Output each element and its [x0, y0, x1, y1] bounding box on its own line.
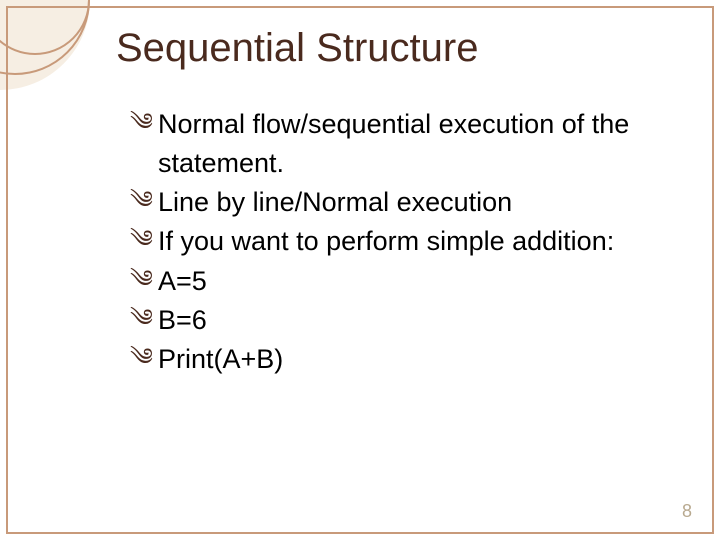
bullet-text: Print(A+B) [158, 340, 682, 379]
bullet-icon: ༄ [130, 301, 158, 338]
bullet-icon: ༄ [130, 340, 158, 377]
bullet-text: A=5 [158, 262, 682, 301]
bullet-icon: ༄ [130, 222, 158, 259]
slide-content: Sequential Structure ༄ Normal flow/seque… [8, 8, 712, 532]
list-item: ༄ Normal flow/sequential execution of th… [130, 105, 682, 183]
slide-title: Sequential Structure [116, 26, 682, 71]
list-item: ༄ A=5 [130, 262, 682, 301]
bullet-text: Normal flow/sequential execution of the … [158, 105, 682, 183]
bullet-icon: ༄ [130, 262, 158, 299]
bullet-text: Line by line/Normal execution [158, 183, 682, 222]
bullet-text: If you want to perform simple addition: [158, 222, 682, 261]
bullet-list: ༄ Normal flow/sequential execution of th… [130, 105, 682, 379]
bullet-icon: ༄ [130, 183, 158, 220]
bullet-text: B=6 [158, 301, 682, 340]
list-item: ༄ Line by line/Normal execution [130, 183, 682, 222]
list-item: ༄ B=6 [130, 301, 682, 340]
bullet-icon: ༄ [130, 105, 158, 142]
list-item: ༄ Print(A+B) [130, 340, 682, 379]
list-item: ༄ If you want to perform simple addition… [130, 222, 682, 261]
page-number: 8 [682, 501, 692, 522]
